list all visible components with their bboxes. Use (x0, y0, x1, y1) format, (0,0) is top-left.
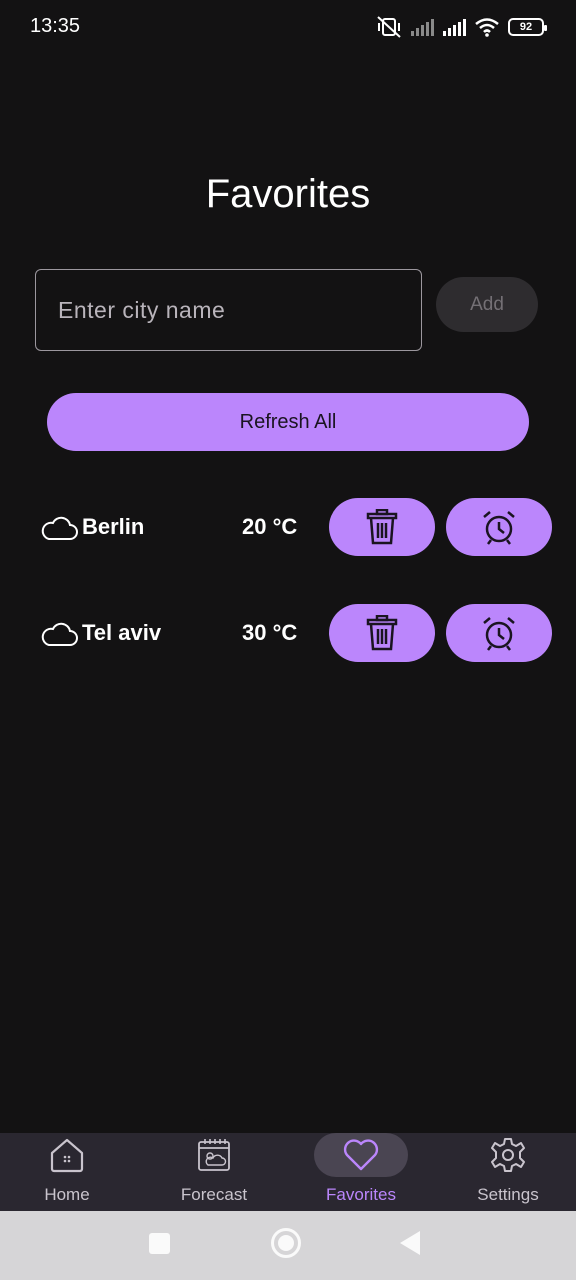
nav-icon-container (461, 1133, 555, 1177)
trash-icon (366, 615, 398, 651)
status-bar: 13:35 92 (0, 0, 576, 54)
nav-item-home[interactable]: Home (0, 1133, 139, 1211)
system-navigation-bar (0, 1211, 576, 1280)
favorite-city-name: Berlin (82, 514, 145, 539)
trash-icon (366, 509, 398, 545)
cloud-icon (41, 516, 78, 540)
delete-favorite-button[interactable] (329, 498, 435, 556)
nav-label: Settings (477, 1185, 539, 1204)
nav-icon-container (20, 1133, 114, 1177)
favorite-row-berlin: Berlin 20 °C (0, 498, 576, 558)
status-time: 13:35 (30, 15, 81, 37)
refresh-all-button[interactable]: Refresh All (47, 393, 529, 451)
favorite-row-tel-aviv: Tel aviv 30 °C (0, 604, 576, 664)
nav-label: Forecast (180, 1185, 248, 1204)
heart-icon (343, 1139, 379, 1171)
delete-favorite-button[interactable] (329, 604, 435, 662)
city-input-container[interactable] (35, 269, 422, 351)
page-title: Favorites (205, 172, 371, 216)
nav-icon-container (167, 1133, 261, 1177)
signal-icon (411, 19, 434, 36)
alarm-clock-icon (483, 511, 515, 545)
signal-icon (443, 19, 466, 36)
home-icon (50, 1138, 84, 1173)
bottom-navigation: Home Forecast Favorites Settings (0, 1133, 576, 1211)
nav-item-settings[interactable]: Settings (436, 1133, 576, 1211)
calendar-weather-icon (198, 1139, 230, 1171)
nav-icon-container (314, 1133, 408, 1177)
gear-icon (491, 1138, 525, 1172)
set-alarm-button[interactable] (446, 604, 552, 662)
nav-item-forecast[interactable]: Forecast (142, 1133, 286, 1211)
add-button[interactable]: Add (436, 277, 538, 332)
battery-level: 92 (519, 21, 533, 33)
alarm-clock-icon (483, 617, 515, 651)
wifi-icon (475, 18, 499, 37)
back-button[interactable] (400, 1231, 420, 1255)
nav-label: Home (44, 1185, 90, 1204)
mute-vibrate-icon (377, 16, 401, 38)
status-icons: 92 (376, 14, 547, 40)
city-name-input[interactable] (36, 270, 421, 350)
home-system-button[interactable] (271, 1228, 301, 1258)
battery-icon: 92 (508, 18, 547, 36)
favorite-temperature: 20 °C (242, 514, 298, 539)
favorite-temperature: 30 °C (242, 620, 298, 645)
cloud-icon (41, 622, 78, 646)
recent-apps-button[interactable] (149, 1233, 170, 1254)
favorites-screen: 13:35 92 Favorites Enter city name Add R… (0, 0, 576, 1280)
nav-item-favorites[interactable]: Favorites (289, 1133, 433, 1211)
set-alarm-button[interactable] (446, 498, 552, 556)
nav-label: Favorites (326, 1185, 396, 1204)
favorite-city-name: Tel aviv (82, 620, 162, 645)
